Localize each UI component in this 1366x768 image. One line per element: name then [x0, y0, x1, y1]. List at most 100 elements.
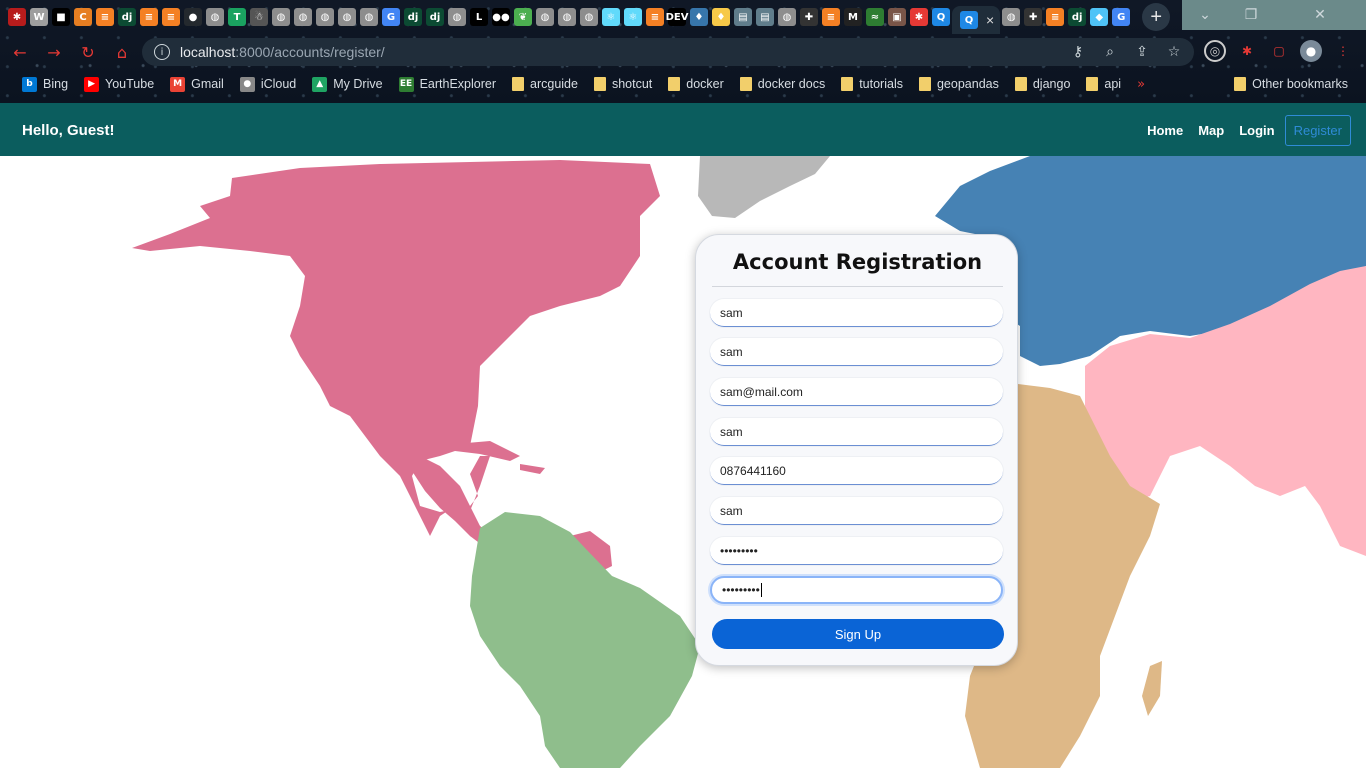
- puzzle-icon[interactable]: ✚: [1024, 8, 1043, 26]
- github-icon[interactable]: ●: [184, 8, 202, 26]
- globe-icon[interactable]: ◍: [272, 8, 290, 26]
- pin-icon[interactable]: ✱: [910, 8, 928, 26]
- phone-field[interactable]: 0876441160: [710, 457, 1003, 485]
- stackoverflow-icon[interactable]: ≡: [140, 8, 158, 26]
- python-icon[interactable]: ♦: [712, 8, 730, 26]
- stackoverflow-icon[interactable]: ≡: [1046, 8, 1065, 26]
- sign-up-button[interactable]: Sign Up: [712, 619, 1004, 649]
- stackoverflow-icon[interactable]: ≡: [96, 8, 114, 26]
- bookmark-bing[interactable]: b Bing: [14, 72, 76, 96]
- leaf-icon[interactable]: ❦: [514, 8, 532, 26]
- nav-home-link[interactable]: Home: [1147, 123, 1183, 138]
- minimize-button[interactable]: ⌄: [1182, 0, 1228, 30]
- cube-icon[interactable]: ◆: [1090, 8, 1109, 26]
- google-icon[interactable]: G: [382, 8, 400, 26]
- nav-map-link[interactable]: Map: [1198, 123, 1224, 138]
- email-field[interactable]: sam@mail.com: [710, 378, 1003, 406]
- first-name-field[interactable]: sam: [710, 299, 1003, 327]
- globe-icon[interactable]: ◍: [580, 8, 598, 26]
- django-icon[interactable]: dj: [118, 8, 136, 26]
- back-button[interactable]: ←: [6, 38, 34, 66]
- restore-button[interactable]: ❐: [1228, 0, 1274, 30]
- bookmark-tutorials[interactable]: tutorials: [833, 72, 911, 96]
- google-icon[interactable]: G: [1112, 8, 1131, 26]
- django-icon[interactable]: dj: [404, 8, 422, 26]
- medium-icon[interactable]: ●●: [492, 8, 510, 26]
- django-icon[interactable]: dj: [1068, 8, 1087, 26]
- react-icon[interactable]: ⚛: [602, 8, 620, 26]
- sidebar-icon[interactable]: ▢: [1268, 40, 1290, 62]
- last-name-field[interactable]: sam: [710, 338, 1003, 366]
- stackoverflow-icon[interactable]: ≡: [822, 8, 840, 26]
- more-bookmarks-icon[interactable]: »: [1137, 77, 1145, 92]
- zoom-icon[interactable]: ⌕: [1100, 42, 1120, 62]
- image-icon[interactable]: ▣: [888, 8, 906, 26]
- share-icon[interactable]: ⇪: [1132, 42, 1152, 62]
- python-icon[interactable]: ♦: [690, 8, 708, 26]
- leaf-icon[interactable]: ≈: [866, 8, 884, 26]
- profile-avatar[interactable]: ●: [1300, 40, 1322, 62]
- book-icon[interactable]: ▤: [734, 8, 752, 26]
- square-icon[interactable]: ■: [52, 8, 70, 26]
- active-tab[interactable]: Q ×: [952, 6, 1001, 34]
- m-icon[interactable]: M: [844, 8, 862, 26]
- stackoverflow-icon[interactable]: ≡: [646, 8, 664, 26]
- bookmark-geopandas[interactable]: geopandas: [911, 72, 1007, 96]
- globe-icon[interactable]: ◍: [338, 8, 356, 26]
- book-icon[interactable]: ▤: [756, 8, 774, 26]
- bookmark-star-icon[interactable]: ☆: [1164, 42, 1184, 62]
- stackoverflow-icon[interactable]: ≡: [162, 8, 180, 26]
- globe-icon[interactable]: ◍: [294, 8, 312, 26]
- address-bar[interactable]: i localhost:8000/accounts/register/ ⚷ ⌕ …: [142, 38, 1194, 66]
- home-button[interactable]: ⌂: [108, 38, 136, 66]
- bookmark-docker-docs[interactable]: docker docs: [732, 72, 833, 96]
- new-tab-button[interactable]: +: [1142, 3, 1171, 31]
- puzzle-extension-icon[interactable]: ✱: [1236, 40, 1258, 62]
- globe-icon[interactable]: ◍: [206, 8, 224, 26]
- forward-button[interactable]: →: [40, 38, 68, 66]
- t-icon[interactable]: T: [228, 8, 246, 26]
- reload-button[interactable]: ↻: [74, 38, 102, 66]
- bookmark-docker[interactable]: docker: [660, 72, 732, 96]
- close-tab-icon[interactable]: ×: [986, 12, 994, 28]
- globe-icon[interactable]: ◍: [558, 8, 576, 26]
- globe-icon[interactable]: ◍: [1002, 8, 1021, 26]
- pin-icon[interactable]: ✱: [8, 8, 26, 26]
- c-icon[interactable]: C: [74, 8, 92, 26]
- bookmark-icloud[interactable]: ● iCloud: [232, 72, 304, 96]
- bookmark-api[interactable]: api: [1078, 72, 1129, 96]
- password-field[interactable]: •••••••••: [710, 537, 1003, 565]
- globe-icon[interactable]: ◍: [360, 8, 378, 26]
- globe-icon[interactable]: ◍: [316, 8, 334, 26]
- bookmark-earthexplorer[interactable]: EE EarthExplorer: [391, 72, 504, 96]
- other-bookmarks[interactable]: Other bookmarks: [1226, 72, 1356, 96]
- bookmark-gmail[interactable]: M Gmail: [162, 72, 232, 96]
- address-field[interactable]: sam: [710, 497, 1003, 525]
- dev-icon[interactable]: DEV: [666, 8, 688, 26]
- puzzle-icon[interactable]: ✚: [800, 8, 818, 26]
- url-text[interactable]: localhost:8000/accounts/register/: [180, 44, 385, 60]
- nav-register-button[interactable]: Register: [1284, 115, 1351, 146]
- django-icon[interactable]: dj: [426, 8, 444, 26]
- confirm-password-field[interactable]: •••••••••: [710, 576, 1003, 604]
- key-icon[interactable]: ⚷: [1068, 42, 1088, 62]
- nav-login-link[interactable]: Login: [1239, 123, 1274, 138]
- react-icon[interactable]: ⚛: [624, 8, 642, 26]
- bookmark-my-drive[interactable]: ▲ My Drive: [304, 72, 390, 96]
- q-icon[interactable]: Q: [932, 8, 950, 26]
- bookmark-django[interactable]: django: [1007, 72, 1079, 96]
- ghost-icon[interactable]: ☃: [250, 8, 268, 26]
- info-icon[interactable]: i: [154, 44, 170, 60]
- wolfram-icon[interactable]: W: [30, 8, 48, 26]
- globe-icon[interactable]: ◍: [536, 8, 554, 26]
- target-extension-icon[interactable]: ◎: [1204, 40, 1226, 62]
- bookmark-shotcut[interactable]: shotcut: [586, 72, 660, 96]
- username-field[interactable]: sam: [710, 418, 1003, 446]
- globe-icon[interactable]: ◍: [778, 8, 796, 26]
- close-window-button[interactable]: ✕: [1274, 0, 1366, 30]
- bookmark-youtube[interactable]: ▶ YouTube: [76, 72, 162, 96]
- l-icon[interactable]: L: [470, 8, 488, 26]
- bookmark-arcguide[interactable]: arcguide: [504, 72, 586, 96]
- menu-icon[interactable]: ⋮: [1332, 40, 1354, 62]
- globe-icon[interactable]: ◍: [448, 8, 466, 26]
